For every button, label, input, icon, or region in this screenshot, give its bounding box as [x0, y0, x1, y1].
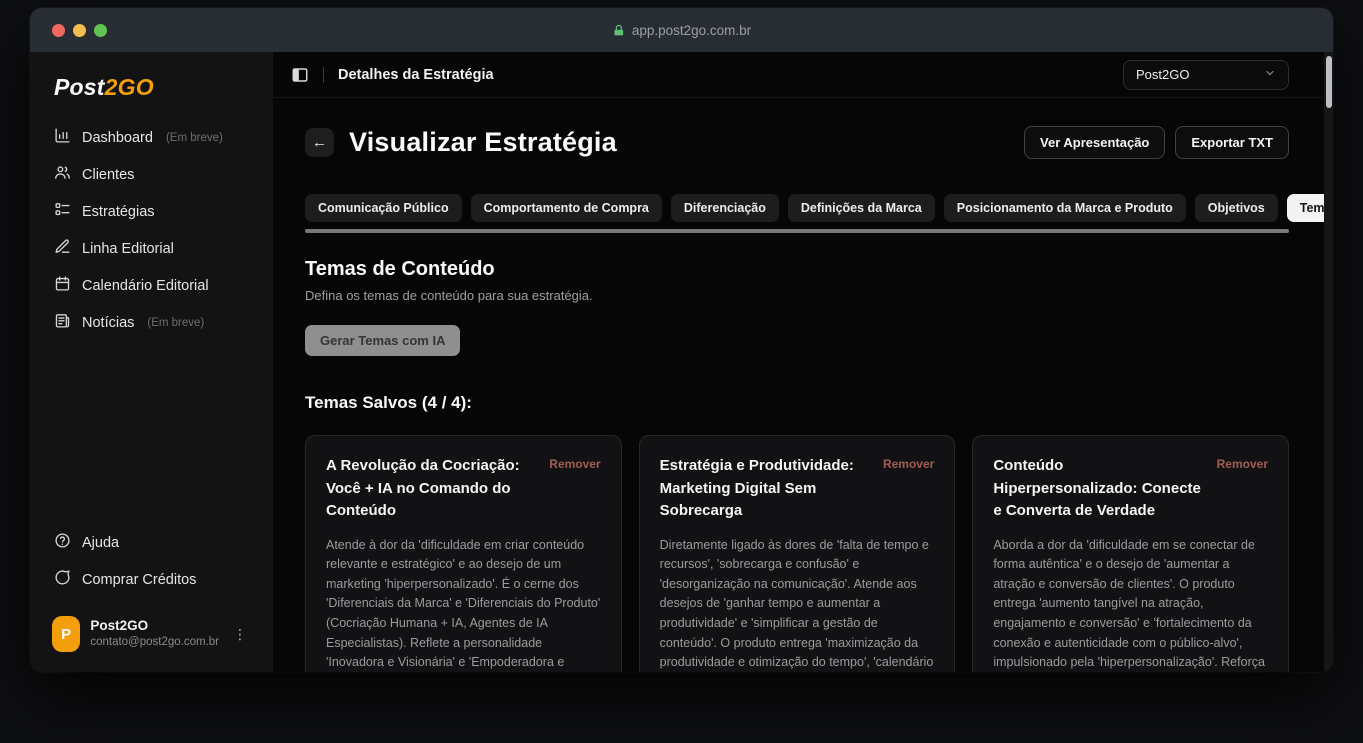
- sidebar: Post2GO Dashboard (Em breve) Clientes Es…: [30, 52, 273, 672]
- profile-meta: Post2GO contato@post2go.com.br: [90, 618, 219, 649]
- main-header: Detalhes da Estratégia Post2GO: [273, 52, 1333, 98]
- theme-card-title: Conteúdo Hiperpersonalizado: Conecte e C…: [993, 455, 1216, 523]
- header-divider: [323, 67, 324, 83]
- section-subtitle: Defina os temas de conteúdo para sua est…: [305, 288, 1289, 303]
- vertical-scrollbar[interactable]: [1324, 52, 1333, 672]
- sidebar-item-label: Ajuda: [82, 535, 119, 551]
- bar-chart-icon: [54, 127, 71, 148]
- zoom-window-button[interactable]: [94, 24, 107, 37]
- window-controls: [52, 24, 107, 37]
- tab-diferenciacao[interactable]: Diferenciação: [671, 194, 779, 222]
- minimize-window-button[interactable]: [73, 24, 86, 37]
- sidebar-item-label: Clientes: [82, 167, 134, 183]
- sidebar-item-ajuda[interactable]: Ajuda: [44, 526, 259, 559]
- calendar-icon: [54, 275, 71, 296]
- help-circle-icon: [54, 532, 71, 553]
- theme-card: A Revolução da Cocriação: Você + IA no C…: [305, 435, 622, 672]
- profile-name: Post2GO: [90, 618, 219, 635]
- tab-comunicacao-publico[interactable]: Comunicação Público: [305, 194, 462, 222]
- list-checklist-icon: [54, 201, 71, 222]
- sidebar-footer: Ajuda Comprar Créditos: [30, 520, 273, 600]
- sidebar-item-label: Comprar Créditos: [82, 572, 196, 588]
- section-title: Temas de Conteúdo: [305, 258, 1289, 281]
- coming-soon-badge: (Em breve): [166, 132, 223, 144]
- pencil-icon: [54, 238, 71, 259]
- browser-titlebar: app.post2go.com.br: [30, 8, 1333, 52]
- sidebar-item-calendario-editorial[interactable]: Calendário Editorial: [44, 269, 259, 302]
- sidebar-item-label: Estratégias: [82, 204, 155, 220]
- breadcrumb-title: Detalhes da Estratégia: [338, 67, 494, 83]
- news-icon: [54, 312, 71, 333]
- sidebar-toggle-icon[interactable]: [291, 66, 309, 84]
- sidebar-item-estrategias[interactable]: Estratégias: [44, 195, 259, 228]
- export-txt-button[interactable]: Exportar TXT: [1175, 126, 1289, 159]
- browser-window: app.post2go.com.br Post2GO Dashboard (Em…: [30, 8, 1333, 672]
- logo-text-primary: Post: [54, 74, 105, 100]
- sidebar-item-clientes[interactable]: Clientes: [44, 158, 259, 191]
- title-actions: Ver Apresentação Exportar TXT: [1024, 126, 1289, 159]
- vertical-scrollbar-thumb[interactable]: [1326, 56, 1332, 108]
- main-area: Detalhes da Estratégia Post2GO ← Visuali…: [273, 52, 1333, 672]
- sidebar-item-label: Calendário Editorial: [82, 278, 209, 294]
- users-icon: [54, 164, 71, 185]
- tabs-horizontal-scrollbar[interactable]: [305, 229, 1289, 233]
- sidebar-item-noticias[interactable]: Notícias (Em breve): [44, 306, 259, 339]
- lock-icon: [612, 24, 625, 37]
- close-window-button[interactable]: [52, 24, 65, 37]
- sidebar-item-label: Notícias: [82, 315, 134, 331]
- tab-definicoes-da-marca[interactable]: Definições da Marca: [788, 194, 935, 222]
- back-button[interactable]: ←: [305, 128, 334, 157]
- remove-theme-link[interactable]: Remover: [883, 457, 934, 471]
- remove-theme-link[interactable]: Remover: [1217, 457, 1268, 471]
- sidebar-item-comprar-creditos[interactable]: Comprar Créditos: [44, 563, 259, 596]
- sidebar-item-label: Dashboard: [82, 130, 153, 146]
- coming-soon-badge: (Em breve): [147, 317, 204, 329]
- url-text: app.post2go.com.br: [632, 23, 751, 38]
- remove-theme-link[interactable]: Remover: [549, 457, 600, 471]
- sidebar-nav: Dashboard (Em breve) Clientes Estratégia…: [30, 115, 273, 345]
- user-profile[interactable]: P Post2GO contato@post2go.com.br ⋮: [44, 610, 259, 658]
- sidebar-item-linha-editorial[interactable]: Linha Editorial: [44, 232, 259, 265]
- theme-cards: A Revolução da Cocriação: Você + IA no C…: [305, 435, 1289, 672]
- strategy-tabs: Comunicação Público Comportamento de Com…: [305, 194, 1289, 222]
- page-title: Visualizar Estratégia: [349, 127, 617, 158]
- theme-card-body: Aborda a dor da 'dificuldade em se conec…: [993, 536, 1268, 673]
- theme-card-title: A Revolução da Cocriação: Você + IA no C…: [326, 455, 549, 523]
- profile-email: contato@post2go.com.br: [90, 635, 219, 649]
- theme-card-body: Diretamente ligado às dores de 'falta de…: [660, 536, 935, 673]
- view-presentation-button[interactable]: Ver Apresentação: [1024, 126, 1165, 159]
- theme-card-body: Atende à dor da 'dificuldade em criar co…: [326, 536, 601, 673]
- ellipsis-vertical-icon[interactable]: ⋮: [229, 626, 251, 643]
- theme-card: Conteúdo Hiperpersonalizado: Conecte e C…: [972, 435, 1289, 672]
- page-content: ← Visualizar Estratégia Ver Apresentação…: [273, 98, 1333, 672]
- generate-themes-button[interactable]: Gerar Temas com IA: [305, 325, 460, 356]
- address-bar[interactable]: app.post2go.com.br: [612, 8, 751, 52]
- app-logo: Post2GO: [30, 52, 273, 115]
- chevron-down-icon: [1264, 67, 1276, 82]
- workspace-select-value: Post2GO: [1136, 67, 1189, 82]
- tab-objetivos[interactable]: Objetivos: [1195, 194, 1278, 222]
- logo-text-accent: 2GO: [105, 74, 154, 100]
- tab-comportamento-de-compra[interactable]: Comportamento de Compra: [471, 194, 662, 222]
- sidebar-item-label: Linha Editorial: [82, 241, 174, 257]
- theme-card: Estratégia e Produtividade: Marketing Di…: [639, 435, 956, 672]
- saved-themes-heading: Temas Salvos (4 / 4):: [305, 393, 1289, 413]
- tab-posicionamento-da-marca-e-produto[interactable]: Posicionamento da Marca e Produto: [944, 194, 1186, 222]
- avatar: P: [52, 616, 80, 652]
- message-circle-icon: [54, 569, 71, 590]
- theme-card-title: Estratégia e Produtividade: Marketing Di…: [660, 455, 883, 523]
- page-title-row: ← Visualizar Estratégia Ver Apresentação…: [305, 126, 1289, 159]
- workspace-select[interactable]: Post2GO: [1123, 60, 1289, 90]
- temas-section: Temas de Conteúdo Defina os temas de con…: [305, 258, 1289, 672]
- sidebar-item-dashboard[interactable]: Dashboard (Em breve): [44, 121, 259, 154]
